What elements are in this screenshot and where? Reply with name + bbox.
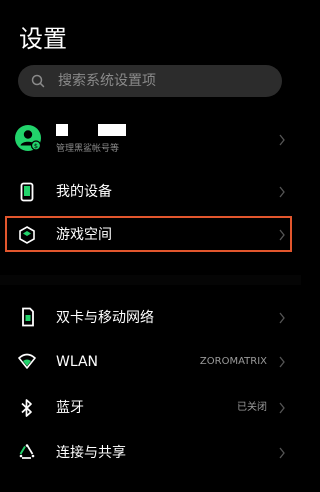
settings-item-label: 连接与共享 (56, 445, 126, 461)
account-row[interactable] (0, 118, 301, 162)
device-icon (20, 182, 34, 202)
search-placeholder: 搜索系统设置项 (58, 73, 156, 89)
chevron-right-icon (279, 447, 285, 459)
bluetooth-status: 已关闭 (237, 402, 267, 413)
settings-item-label: WLAN (56, 354, 99, 370)
settings-item-my-device[interactable]: 我的设备 (0, 176, 301, 208)
chevron-right-icon (279, 186, 285, 198)
settings-item-label: 双卡与移动网络 (56, 310, 154, 326)
settings-item-connection-sharing[interactable]: 连接与共享 (0, 437, 301, 469)
settings-item-bluetooth[interactable]: 蓝牙 已关闭 (0, 392, 301, 424)
bluetooth-icon (21, 399, 32, 417)
search-icon (31, 74, 45, 88)
wlan-network-name: ZOROMATRIX (199, 356, 267, 367)
settings-item-label: 蓝牙 (56, 400, 84, 416)
settings-item-label: 我的设备 (56, 184, 112, 200)
account-subtitle: 管理黑鲨帐号等 (56, 144, 120, 154)
page-title: 设置 (19, 25, 67, 53)
account-name-redacted-2 (98, 124, 126, 136)
chevron-right-icon (279, 134, 285, 146)
settings-item-wlan[interactable]: WLAN ZOROMATRIX (0, 346, 301, 378)
settings-item-dual-sim[interactable]: 双卡与移动网络 (0, 302, 301, 334)
avatar: $ (15, 125, 42, 151)
highlight-box (5, 216, 292, 252)
section-divider (0, 275, 301, 285)
sim-card-icon (22, 307, 34, 327)
account-name-redacted (56, 124, 68, 136)
chevron-right-icon (279, 312, 285, 324)
chevron-right-icon (279, 402, 285, 414)
svg-text:$: $ (34, 142, 38, 150)
chevron-right-icon (279, 356, 285, 368)
search-input[interactable]: 搜索系统设置项 (18, 65, 282, 97)
wifi-icon (18, 353, 36, 369)
share-icon (19, 444, 35, 459)
